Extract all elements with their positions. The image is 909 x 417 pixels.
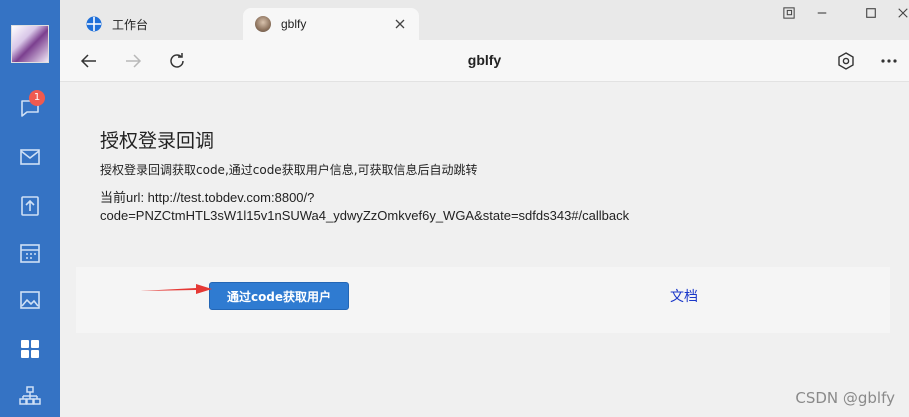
- maximize-icon[interactable]: [861, 5, 881, 21]
- pin-window-icon[interactable]: [779, 5, 799, 21]
- tab-label: gblfy: [281, 17, 307, 31]
- avatar[interactable]: [11, 25, 49, 63]
- profile-favicon-icon: [255, 16, 271, 32]
- more-options-icon[interactable]: [878, 50, 900, 72]
- settings-hexagon-icon[interactable]: [835, 50, 857, 72]
- close-window-icon[interactable]: [893, 5, 909, 21]
- org-chart-icon[interactable]: [17, 384, 43, 410]
- minimize-icon[interactable]: [812, 5, 832, 21]
- tab-label: 工作台: [112, 17, 149, 32]
- workbench-icon: [86, 16, 102, 32]
- tab-workbench[interactable]: 工作台: [74, 8, 242, 40]
- docs-link[interactable]: 文档: [670, 286, 698, 306]
- page-content: 授权登录回调 授权登录回调获取code,通过code获取用户信息,可获取信息后自…: [60, 82, 909, 417]
- page-title: gblfy: [467, 52, 502, 68]
- watermark: CSDN @gblfy: [795, 389, 895, 407]
- annotation-arrow-icon: [140, 284, 212, 294]
- app-sidebar: 1: [0, 0, 60, 417]
- close-tab-icon[interactable]: [393, 17, 407, 31]
- current-url-label: 当前url: http://test.tobdev.com:8800/?: [100, 190, 315, 205]
- current-url-query: code=PNZCtmHTL3sW1l15v1nSUWa4_ydwyZzOmkv…: [100, 208, 630, 223]
- tab-gblfy[interactable]: gblfy: [243, 8, 419, 40]
- page-description: 授权登录回调获取code,通过code获取用户信息,可获取信息后自动跳转: [100, 163, 478, 177]
- upload-icon[interactable]: [17, 193, 43, 219]
- image-icon[interactable]: [17, 287, 43, 313]
- unread-badge: 1: [29, 90, 45, 106]
- mail-icon[interactable]: [17, 144, 43, 170]
- page-heading: 授权登录回调: [100, 130, 215, 152]
- action-panel: 通过code获取用户 文档: [76, 267, 890, 333]
- tab-strip: 工作台 gblfy: [60, 0, 909, 40]
- apps-grid-icon[interactable]: [17, 336, 43, 362]
- navigation-bar: gblfy: [60, 40, 909, 82]
- calendar-icon[interactable]: [17, 240, 43, 266]
- get-user-by-code-button[interactable]: 通过code获取用户: [209, 282, 349, 310]
